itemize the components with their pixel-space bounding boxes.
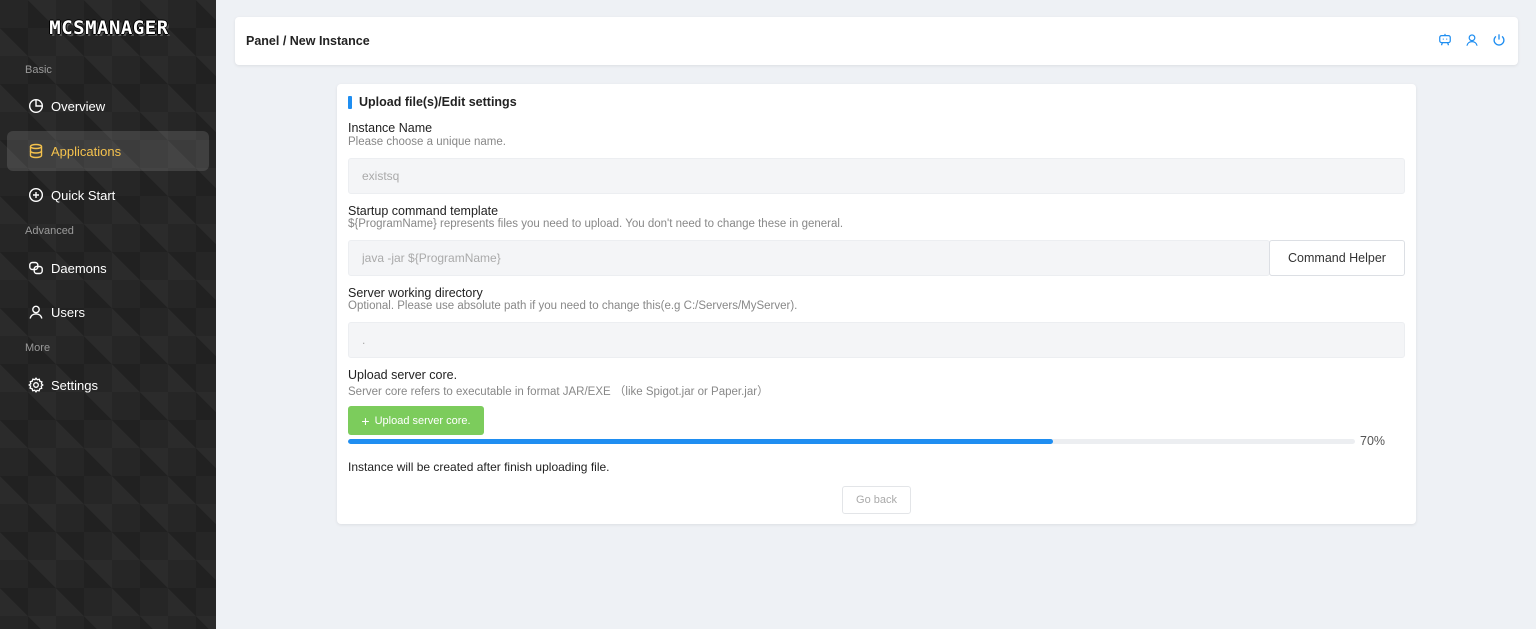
sidebar-item-label: Applications [51, 143, 122, 159]
title-accent-bar [348, 95, 352, 109]
robot-icon[interactable] [1438, 33, 1452, 47]
section-label-basic: Basic [25, 64, 52, 76]
upload-button-label: Upload server core. [374, 414, 471, 427]
pie-chart-icon [28, 98, 44, 114]
section-label-more: More [25, 342, 51, 354]
command-helper-button[interactable]: Command Helper [1269, 240, 1405, 276]
upload-server-core-button[interactable]: + Upload server core. [348, 406, 484, 435]
upload-progress-text: 70% [1360, 434, 1386, 448]
user-icon[interactable] [1465, 33, 1479, 47]
upload-core-label: Upload server core. [348, 368, 458, 382]
sidebar-item-label: Quick Start [51, 187, 116, 203]
sidebar-item-label: Settings [51, 377, 98, 393]
plus-icon: + [361, 412, 370, 429]
section-label-advanced: Advanced [25, 225, 74, 237]
sidebar-item-daemons[interactable]: Daemons [7, 248, 209, 288]
sidebar-item-label: Daemons [51, 260, 107, 276]
header-actions [1438, 33, 1506, 47]
working-dir-input[interactable] [348, 322, 1405, 358]
startup-command-input[interactable] [348, 240, 1270, 276]
sidebar-item-label: Users [51, 304, 85, 320]
working-dir-label: Server working directory [348, 286, 483, 300]
startup-command-description: ${ProgramName} represents files you need… [348, 218, 844, 230]
sidebar-item-overview[interactable]: Overview [7, 86, 209, 126]
instance-name-label: Instance Name [348, 121, 433, 135]
upload-progress-bar [348, 439, 1355, 444]
upload-core-description: Server core refers to executable in form… [348, 386, 769, 398]
instance-name-input[interactable] [348, 158, 1405, 194]
sidebar-item-label: Overview [51, 98, 106, 114]
database-icon [28, 143, 44, 159]
sidebar-item-quick-start[interactable]: Quick Start [7, 175, 209, 215]
sidebar-item-users[interactable]: Users [7, 292, 209, 332]
sidebar-item-applications[interactable]: Applications [7, 131, 209, 171]
block-icon [28, 260, 44, 276]
breadcrumb: Panel / New Instance [246, 34, 370, 48]
upload-note: Instance will be created after finish up… [348, 460, 610, 474]
user-icon [28, 304, 44, 320]
gear-icon [28, 377, 44, 393]
sidebar: MCSMANAGER Basic Overview Applications Q… [0, 0, 216, 629]
go-back-button[interactable]: Go back [842, 486, 911, 514]
startup-command-label: Startup command template [348, 204, 499, 218]
power-icon[interactable] [1492, 33, 1506, 47]
new-instance-card: Upload file(s)/Edit settings Instance Na… [337, 84, 1416, 524]
app-logo: MCSMANAGER [49, 17, 169, 39]
plus-circle-icon [28, 187, 44, 203]
card-title-text: Upload file(s)/Edit settings [359, 95, 517, 109]
upload-progress-fill [348, 439, 1053, 444]
sidebar-item-settings[interactable]: Settings [7, 365, 209, 405]
working-dir-description: Optional. Please use absolute path if yo… [348, 300, 798, 312]
instance-name-description: Please choose a unique name. [348, 136, 506, 148]
top-header: Panel / New Instance [235, 17, 1518, 65]
card-title: Upload file(s)/Edit settings [348, 95, 517, 109]
